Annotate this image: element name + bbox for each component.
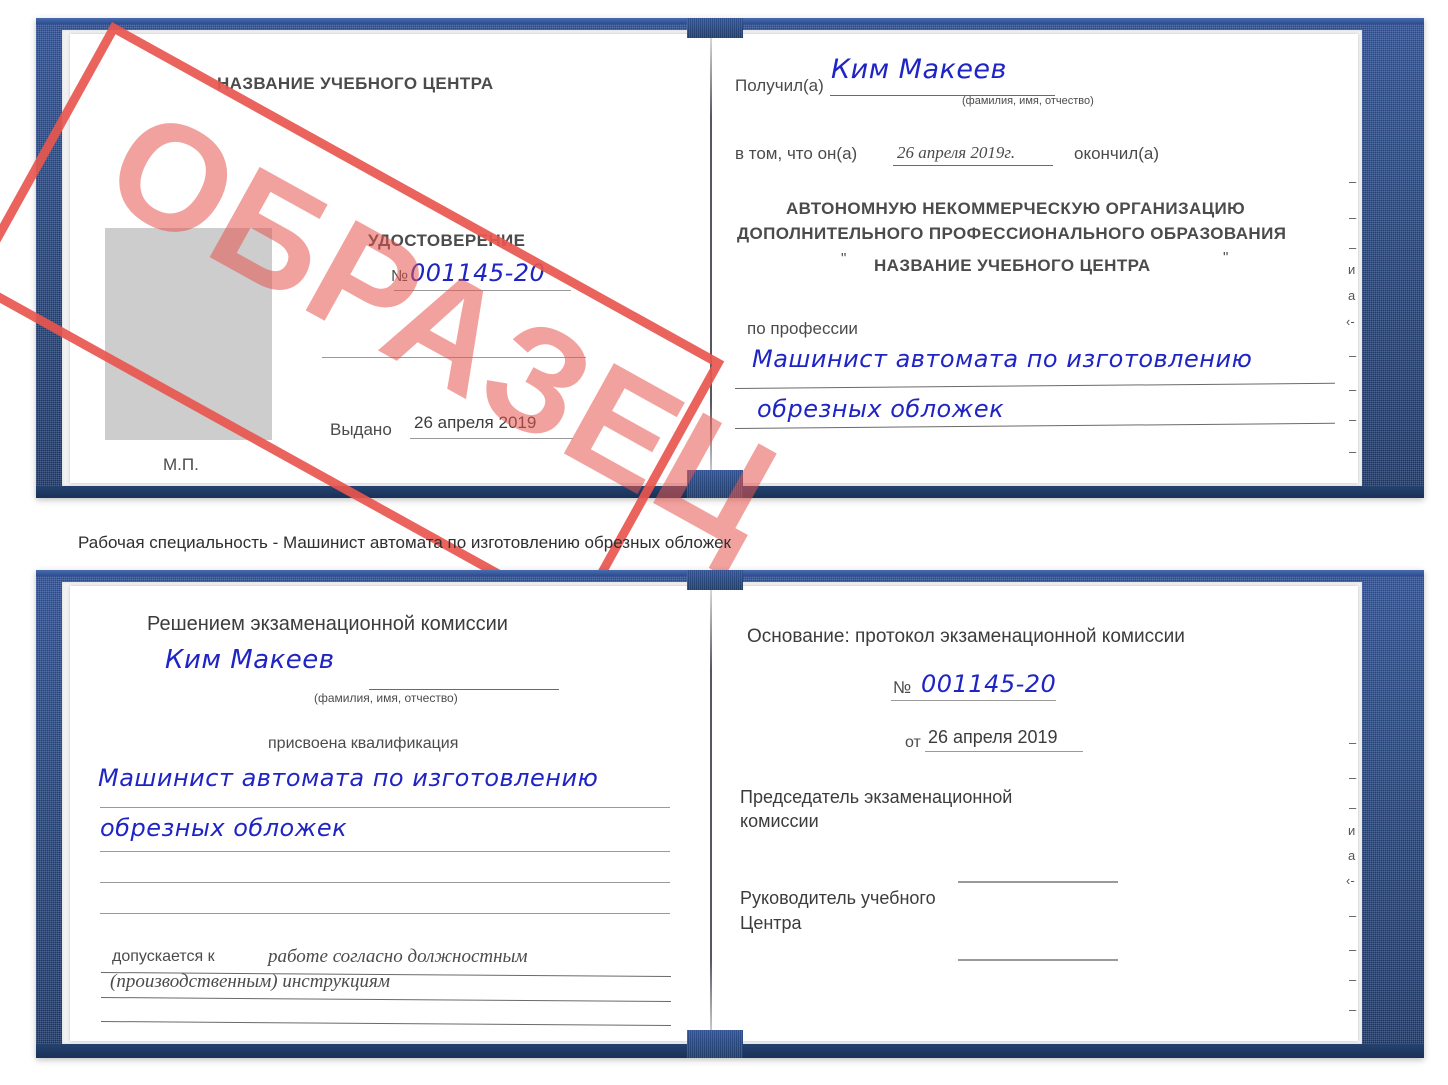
photo-placeholder — [105, 228, 272, 440]
top-right-org-line3: НАЗВАНИЕ УЧЕБНОГО ЦЕНТРА — [874, 256, 1151, 275]
bottom-right-date-rule — [925, 751, 1083, 752]
top-left-issued-rule — [410, 438, 573, 439]
bottom-left-qualification-label: присвоена квалификация — [268, 735, 459, 752]
top-right-received-label: Получил(а) — [735, 76, 824, 95]
bottom-right-date-value: 26 апреля 2019 — [928, 727, 1058, 747]
edge-mark-bottom-3: – — [1349, 800, 1357, 815]
top-right-received-value: Ким Макеев — [831, 54, 1007, 85]
top-left-number-rule — [394, 290, 571, 291]
edge-mark-bottom-6: ‹- — [1346, 873, 1355, 888]
top-right-in-that-value: 26 апреля 2019г. — [897, 143, 1016, 162]
edge-mark-top-10: – — [1349, 444, 1357, 459]
edge-mark-top-3: – — [1349, 240, 1357, 255]
bottom-right-number-rule — [891, 700, 1056, 701]
spine-bottom — [710, 588, 712, 1041]
top-left-doc-type: УДОСТОВЕРЕНИЕ — [368, 231, 526, 250]
bottom-right-number-symbol: № — [893, 678, 912, 697]
bottom-right-head-line2: Центра — [740, 913, 802, 933]
screenshot-root: НАЗВАНИЕ УЧЕБНОГО ЦЕНТРА УДОСТОВЕРЕНИЕ №… — [0, 0, 1448, 1085]
edge-mark-bottom-2: – — [1349, 770, 1357, 785]
bottom-left-qualification-line2: обрезных обложек — [100, 814, 348, 842]
top-left-stamp-label: М.П. — [163, 455, 199, 474]
edge-mark-bottom-1: – — [1349, 735, 1357, 750]
spine-notch-bottom-top — [687, 570, 743, 590]
top-right-profession-line2: обрезных обложек — [757, 395, 1005, 423]
top-right-org-line2: ДОПОЛНИТЕЛЬНОГО ПРОФЕССИОНАЛЬНОГО ОБРАЗО… — [737, 224, 1287, 243]
edge-mark-top-8: – — [1349, 382, 1357, 397]
spine-top — [710, 36, 712, 483]
top-left-number-symbol: № — [391, 268, 409, 285]
edge-mark-top-9: – — [1349, 412, 1357, 427]
edge-mark-bottom-10: – — [1349, 1002, 1357, 1017]
edge-mark-top-6: ‹- — [1346, 314, 1355, 329]
bottom-left-name-value: Ким Макеев — [165, 645, 335, 675]
bottom-left-allowed-value2: (производственным) инструкциям — [110, 971, 390, 992]
bottom-right-chair-line2: комиссии — [740, 811, 819, 831]
top-right-in-that-rule — [893, 165, 1053, 166]
bottom-left-rule-4 — [100, 913, 670, 914]
spine-notch-bottom — [687, 470, 743, 498]
edge-mark-bottom-9: – — [1349, 972, 1357, 987]
bottom-right-head-signature-rule — [958, 959, 1118, 961]
top-right-org-line1: АВТОНОМНУЮ НЕКОММЕРЧЕСКУЮ ОРГАНИЗАЦИЮ — [786, 199, 1246, 218]
bottom-left-decision-title: Решением экзаменационной комиссии — [147, 613, 508, 635]
edge-mark-top-7: – — [1349, 348, 1357, 363]
top-right-profession-label: по профессии — [747, 319, 858, 338]
top-right-received-hint: (фамилия, имя, отчество) — [962, 95, 1094, 107]
bottom-left-allowed-label: допускается к — [112, 948, 215, 965]
bottom-right-date-label: от — [905, 734, 921, 751]
bottom-right-chair-signature-rule — [958, 881, 1118, 883]
top-left-issued-value: 26 апреля 2019 — [414, 413, 537, 432]
edge-mark-top-4: и — [1348, 262, 1356, 277]
bottom-left-rule-1 — [100, 807, 670, 808]
spine-notch-top — [687, 18, 743, 38]
top-right-profession-line1: Машинист автомата по изготовлению — [752, 345, 1253, 373]
top-right-in-that-label: в том, что он(а) — [735, 144, 858, 163]
top-left-issued-label: Выдано — [330, 420, 392, 439]
bottom-right-head-line1: Руководитель учебного — [740, 888, 936, 908]
bottom-left-rule-3 — [100, 882, 670, 883]
bottom-left-name-hint: (фамилия, имя, отчество) — [314, 691, 458, 705]
edge-mark-top-5: а — [1348, 288, 1356, 303]
bottom-left-allowed-value1: работе согласно должностным — [268, 946, 528, 967]
bottom-left-name-rule — [369, 689, 559, 690]
top-left-blank-rule — [322, 357, 586, 358]
edge-mark-top-1: – — [1349, 174, 1357, 189]
caption-text: Рабочая специальность - Машинист автомат… — [78, 533, 731, 552]
edge-mark-bottom-7: – — [1349, 908, 1357, 923]
bottom-left-qualification-line1: Машинист автомата по изготовлению — [98, 764, 599, 792]
bottom-right-basis-label: Основание: протокол экзаменационной коми… — [747, 626, 1185, 647]
spine-notch-bottom-bottom — [687, 1030, 743, 1058]
top-left-org-title: НАЗВАНИЕ УЧЕБНОГО ЦЕНТРА — [217, 74, 494, 93]
bottom-right-chair-line1: Председатель экзаменационной — [740, 787, 1013, 807]
edge-mark-top-2: – — [1349, 210, 1357, 225]
bottom-left-rule-2 — [100, 851, 670, 852]
top-left-number-value: 001145-20 — [410, 259, 546, 287]
edge-mark-bottom-4: и — [1348, 823, 1356, 838]
edge-mark-bottom-5: а — [1348, 848, 1356, 863]
bottom-right-number-value: 001145-20 — [921, 670, 1057, 698]
top-right-org-quote-close: " — [1223, 249, 1229, 266]
top-right-finished-label: окончил(а) — [1074, 144, 1159, 163]
edge-mark-bottom-8: – — [1349, 942, 1357, 957]
top-right-org-quote-open: " — [841, 250, 847, 267]
